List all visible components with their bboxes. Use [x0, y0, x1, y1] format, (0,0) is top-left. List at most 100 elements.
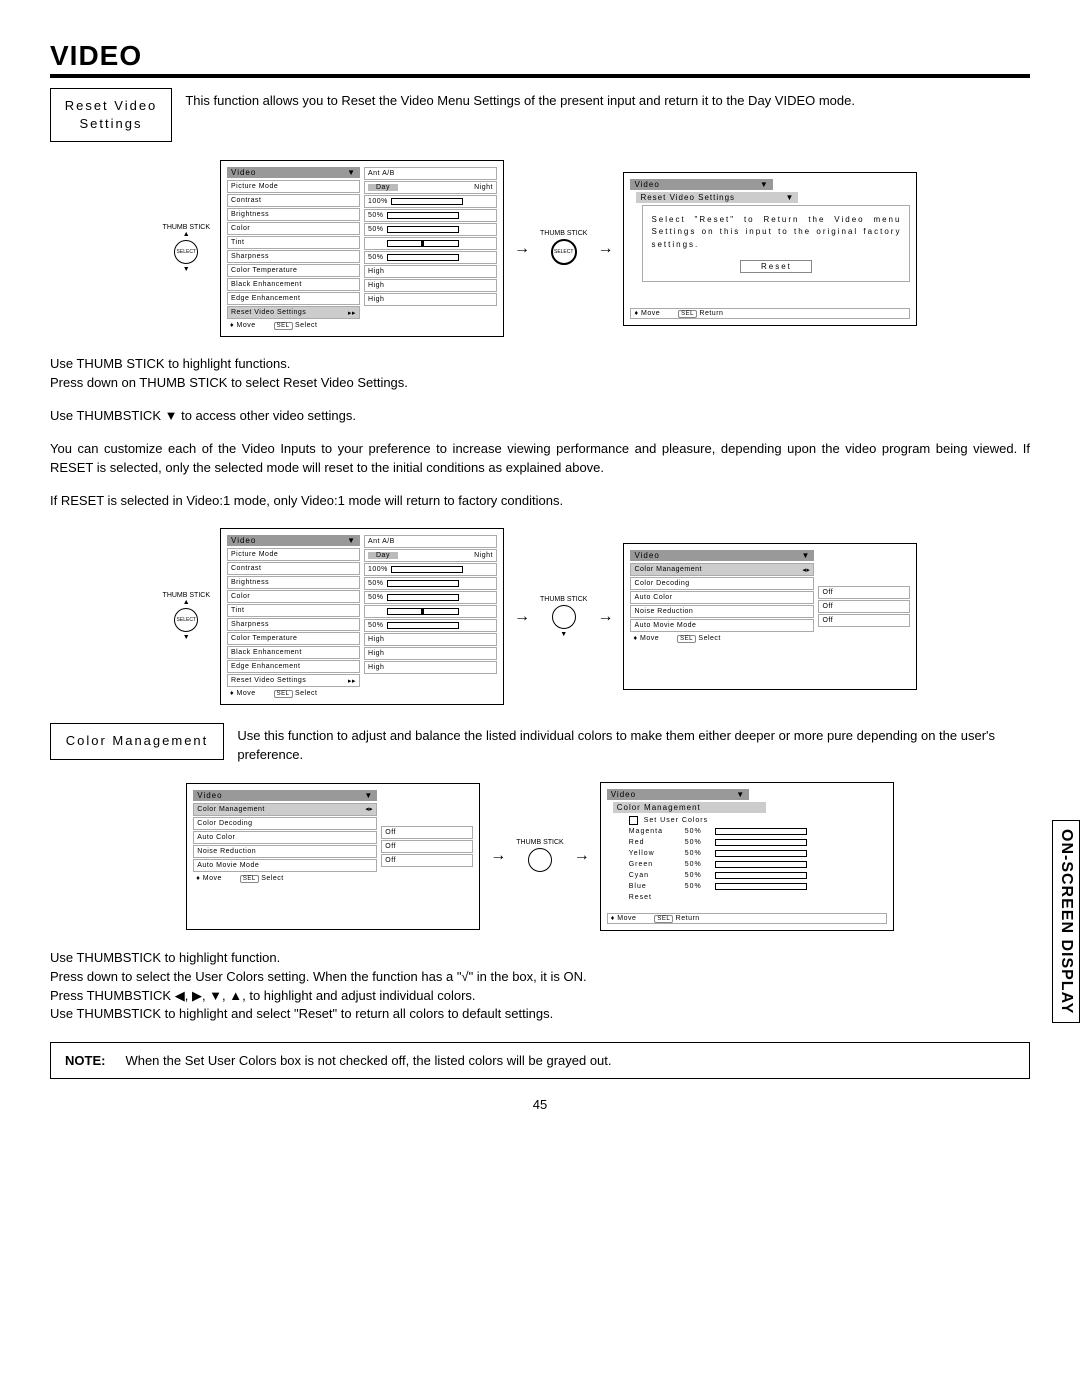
- menu-header: Video: [634, 551, 659, 560]
- ant-label: Ant A/B: [368, 170, 395, 177]
- val: High: [368, 282, 384, 289]
- val: High: [368, 664, 384, 671]
- arrow-icon: →: [597, 240, 613, 258]
- thumb-label: THUMB STICK: [540, 596, 587, 603]
- reset-label: Reset: [629, 894, 679, 901]
- color-name: Cyan: [629, 872, 679, 879]
- osd-diagram-2: THUMB STICK ▲ SELECT ▼ Video▼ Picture Mo…: [50, 528, 1030, 705]
- thumb-label: THUMB STICK: [163, 224, 210, 231]
- menu-item: Auto Color: [197, 834, 235, 841]
- osd-diagram-3: Video▼ Color Management◂▸ Color Decoding…: [50, 782, 1030, 931]
- thumb-stick-icon: THUMB STICK ▲ SELECT ▼: [163, 224, 210, 273]
- night-label: Night: [474, 184, 493, 191]
- color-pct: 50%: [685, 850, 709, 857]
- menu-item: Tint: [231, 607, 244, 614]
- color-mgmt-desc: Use this function to adjust and balance …: [227, 723, 1007, 763]
- reset-message: Select "Reset" to Return the Video menu …: [647, 210, 905, 256]
- footer-move: Move: [641, 310, 660, 317]
- arrow-icon: →: [574, 847, 590, 865]
- menu-item: Color Decoding: [634, 580, 689, 587]
- footer-sel: Select: [261, 875, 283, 882]
- instruction-text: If RESET is selected in Video:1 mode, on…: [50, 492, 1030, 511]
- footer-move: Move: [640, 635, 659, 642]
- instruction-text: You can customize each of the Video Inpu…: [50, 440, 1030, 478]
- arrow-icon: →: [514, 608, 530, 626]
- header: Video: [634, 180, 659, 189]
- menu-item: Reset Video Settings: [231, 677, 306, 684]
- menu-item: Noise Reduction: [197, 848, 256, 855]
- menu-item: Color: [231, 225, 250, 232]
- menu-item: Color Management: [197, 806, 265, 813]
- para: Press down on THUMB STICK to select Rese…: [50, 374, 1030, 393]
- menu-item: Sharpness: [231, 253, 269, 260]
- video-menu-box: Video▼ Picture Mode Contrast Brightness …: [220, 160, 504, 337]
- thumb-stick-icon: THUMB STICK: [516, 839, 563, 874]
- color-pct: 50%: [685, 828, 709, 835]
- pct: 50%: [368, 212, 384, 219]
- menu-item: Brightness: [231, 579, 269, 586]
- instruction-text: Use THUMB STICK to highlight functions. …: [50, 355, 1030, 393]
- val: Off: [385, 843, 396, 850]
- select-label: SELECT: [177, 618, 196, 623]
- thumb-label: THUMB STICK: [540, 230, 587, 237]
- menu-item: Tint: [231, 239, 244, 246]
- footer-sel: Select: [295, 690, 317, 697]
- menu-header: Video: [231, 168, 256, 177]
- pct: 50%: [368, 226, 384, 233]
- para: Use THUMBSTICK to highlight function.: [50, 949, 1030, 968]
- menu-item: Color Decoding: [197, 820, 252, 827]
- reset-video-label: Reset Video Settings: [50, 88, 172, 142]
- val: High: [368, 268, 384, 275]
- menu-header: Video: [231, 536, 256, 545]
- val: Off: [385, 857, 396, 864]
- menu-item: Picture Mode: [231, 183, 278, 190]
- val: High: [368, 650, 384, 657]
- pct: 50%: [368, 254, 384, 261]
- color-pct: 50%: [685, 861, 709, 868]
- color-pct: 50%: [685, 839, 709, 846]
- color-mgmt-menu-box: Video▼ Color Management◂▸ Color Decoding…: [623, 543, 917, 690]
- arrow-icon: →: [514, 240, 530, 258]
- color-mgmt-menu-box: Video▼ Color Management◂▸ Color Decoding…: [186, 783, 480, 930]
- color-name: Blue: [629, 883, 679, 890]
- menu-header: Video: [197, 791, 222, 800]
- para: Use THUMB STICK to highlight functions.: [50, 355, 1030, 374]
- thumb-label: THUMB STICK: [163, 592, 210, 599]
- menu-item: Picture Mode: [231, 551, 278, 558]
- set-user-colors-label: Set User Colors: [644, 817, 708, 824]
- instruction-text: Use THUMBSTICK to highlight function. Pr…: [50, 949, 1030, 1024]
- para: Press THUMBSTICK ◀, ▶, ▼, ▲, to highligh…: [50, 987, 1030, 1006]
- color-pct: 50%: [685, 883, 709, 890]
- note-box: NOTE: When the Set User Colors box is no…: [50, 1042, 1030, 1079]
- thumb-stick-icon: THUMB STICK SELECT: [540, 230, 587, 267]
- para: Use THUMBSTICK to highlight and select "…: [50, 1005, 1030, 1024]
- val: Off: [822, 617, 833, 624]
- menu-item: Contrast: [231, 565, 261, 572]
- reset-confirm-box: Video▼ Reset Video Settings▼ Select "Res…: [623, 172, 917, 326]
- menu-item: Auto Movie Mode: [197, 862, 259, 869]
- arrow-icon: →: [597, 608, 613, 626]
- note-text: When the Set User Colors box is not chec…: [125, 1053, 611, 1068]
- pct: 100%: [368, 198, 388, 205]
- instruction-text: Use THUMBSTICK ▼ to access other video s…: [50, 407, 1030, 426]
- menu-item: Color Temperature: [231, 267, 297, 274]
- arrow-icon: →: [490, 847, 506, 865]
- checkbox-icon: [629, 816, 638, 825]
- side-tab: ON-SCREEN DISPLAY: [1052, 820, 1080, 1023]
- thumb-label: THUMB STICK: [516, 839, 563, 846]
- val: High: [368, 296, 384, 303]
- thumb-stick-icon: THUMB STICK ▲ SELECT ▼: [163, 592, 210, 641]
- pct: 50%: [368, 594, 384, 601]
- note-label: NOTE:: [65, 1053, 105, 1068]
- color-mgmt-label: Color Management: [50, 723, 224, 759]
- color-name: Magenta: [629, 828, 679, 835]
- ant-label: Ant A/B: [368, 538, 395, 545]
- page-number: 45: [50, 1097, 1030, 1112]
- menu-item: Auto Color: [634, 594, 672, 601]
- menu-item: Color Management: [634, 566, 702, 573]
- footer-ret: Return: [676, 915, 700, 922]
- night-label: Night: [474, 552, 493, 559]
- menu-item: Brightness: [231, 211, 269, 218]
- pct: 100%: [368, 566, 388, 573]
- footer-move: Move: [203, 875, 222, 882]
